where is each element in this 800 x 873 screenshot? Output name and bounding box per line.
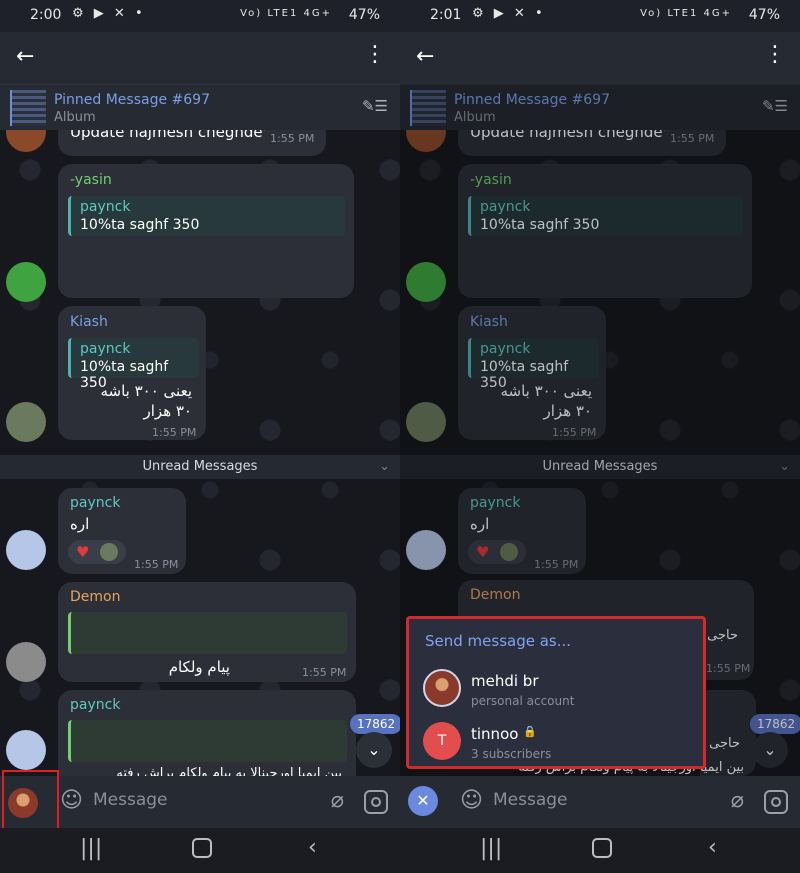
home-icon[interactable]: [192, 838, 212, 858]
sender-name: paynck: [70, 697, 121, 713]
reactor-avatar: [100, 543, 118, 561]
message-time: 1:55 PM: [302, 666, 347, 679]
attach-icon[interactable]: ⌀: [331, 788, 344, 813]
network-indicator: Vo) LTE1 4G+: [240, 8, 332, 19]
avatar[interactable]: [6, 262, 46, 302]
chevron-down-icon[interactable]: ⌄: [379, 455, 390, 479]
chat-header: ← ⋮: [400, 32, 800, 84]
reaction-chip[interactable]: ♥: [68, 540, 126, 564]
unread-messages-divider: Unread Messages ⌄: [0, 455, 400, 479]
message-input[interactable]: Message: [493, 790, 568, 810]
battery-level: 47%: [348, 7, 380, 23]
message-bubble[interactable]: -yasin paynck 10%ta saghf 350: [58, 164, 354, 298]
sender-name: -yasin: [70, 172, 112, 188]
unread-label: Unread Messages: [142, 459, 258, 474]
pinned-subtitle: Album: [54, 110, 96, 125]
left-screen: 2:00 ⚙ ▶ ✕ • Vo) LTE1 4G+ 47% ← ⋮ Pinned…: [0, 0, 400, 873]
avatar[interactable]: [6, 402, 46, 442]
nav-back-icon[interactable]: ‹: [308, 835, 317, 860]
message-text: یعنی ۳۰۰ باشه: [100, 382, 192, 400]
sender-name: Kiash: [70, 314, 108, 330]
message-text: پیام ولکام: [168, 658, 230, 676]
message-time: 1:55 PM: [134, 558, 179, 571]
pinned-message-bar[interactable]: Pinned Message #697 Album ✎☰: [0, 84, 400, 131]
camera-icon[interactable]: [364, 790, 388, 814]
account-name: tinnoo: [471, 725, 519, 743]
nav-back-icon[interactable]: ‹: [708, 835, 717, 860]
message-bubble[interactable]: Demon پیام ولکام 1:55 PM: [58, 582, 356, 682]
scroll-down-button[interactable]: ⌄: [356, 732, 392, 768]
message-bubble[interactable]: Update hajmesh cheghde' 1:55 PM: [58, 130, 326, 156]
message-bubble[interactable]: paynck اره ♥ 1:55 PM: [58, 488, 186, 574]
sender-name: paynck: [70, 495, 121, 511]
lock-icon: 🔒: [523, 725, 537, 738]
message-bubble[interactable]: paynck بین ایمیا اورجینالا به پیام ولکام…: [58, 690, 356, 776]
unread-count-badge[interactable]: 17862: [350, 714, 400, 734]
avatar[interactable]: [6, 130, 46, 152]
android-nav-bar: ||| ‹: [0, 828, 400, 873]
message-time: 1:55 PM: [152, 426, 197, 439]
close-send-as-button[interactable]: ✕: [408, 786, 438, 816]
status-time: 2:00: [30, 7, 62, 23]
status-bar: 2:01 ⚙ ▶ ✕ • Vo) LTE1 4G+ 47%: [400, 0, 800, 32]
message-time: 1:55 PM: [270, 132, 315, 145]
account-name: mehdi br: [471, 672, 539, 690]
emoji-icon[interactable]: ☺: [60, 788, 83, 813]
battery-level: 47%: [748, 7, 780, 23]
sender-name: Demon: [70, 589, 121, 605]
message-list[interactable]: Update hajmesh cheghde' 1:55 PM -yasin p…: [0, 130, 400, 776]
message-input[interactable]: Message: [93, 790, 168, 810]
pinned-thumbnail: [10, 90, 46, 126]
back-arrow-icon[interactable]: ←: [16, 44, 34, 69]
pin-list-icon[interactable]: ✎☰: [362, 97, 388, 115]
quote-sender: paynck: [80, 199, 131, 215]
message-text: ۳۰ هزار: [143, 402, 193, 420]
home-icon[interactable]: [592, 838, 612, 858]
recents-icon[interactable]: |||: [80, 836, 102, 861]
android-nav-bar: ||| ‹: [400, 828, 800, 873]
close-icon: ✕: [416, 791, 430, 810]
reply-quote[interactable]: [68, 720, 347, 762]
heart-icon: ♥: [76, 543, 90, 561]
quote-sender: paynck: [80, 341, 131, 357]
more-menu-icon[interactable]: ⋮: [764, 42, 786, 67]
more-menu-icon[interactable]: ⋮: [364, 42, 386, 67]
attach-icon[interactable]: ⌀: [731, 788, 744, 813]
status-time: 2:01: [430, 7, 462, 23]
account-avatar: [423, 669, 461, 707]
reply-quote[interactable]: paynck 10%ta saghf 350: [68, 338, 199, 391]
account-subtitle: personal account: [471, 694, 575, 708]
send-as-popup: Send message as... mehdi br personal acc…: [406, 616, 706, 769]
recents-icon[interactable]: |||: [480, 836, 502, 861]
message-bubble[interactable]: Kiash paynck 10%ta saghf 350 یعنی ۳۰۰ با…: [58, 306, 206, 440]
quote-text: 10%ta saghf 350: [80, 217, 200, 233]
avatar[interactable]: [6, 730, 46, 770]
composer: ✕ ☺ Message ⌀: [400, 776, 800, 828]
chevron-down-icon: ⌄: [367, 740, 381, 759]
account-subtitle: 3 subscribers: [471, 747, 552, 761]
account-avatar: T: [423, 722, 461, 760]
pinned-title: Pinned Message #697: [54, 92, 210, 108]
right-screen: 2:01 ⚙ ▶ ✕ • Vo) LTE1 4G+ 47% ← ⋮ Pinned…: [400, 0, 800, 873]
emoji-icon[interactable]: ☺: [460, 788, 483, 813]
message-text: بین ایمیا اورجینالا به پیام ولکام براش ر…: [116, 766, 342, 776]
highlight-box: [2, 770, 59, 832]
composer: ☺ Message ⌀: [0, 776, 400, 828]
avatar[interactable]: [6, 642, 46, 682]
camera-icon[interactable]: [764, 790, 788, 814]
popup-title: Send message as...: [425, 632, 572, 650]
status-bar: 2:00 ⚙ ▶ ✕ • Vo) LTE1 4G+ 47%: [0, 0, 400, 32]
message-text: اره: [70, 515, 90, 533]
network-indicator: Vo) LTE1 4G+: [640, 8, 732, 19]
notification-icons: ⚙ ▶ ✕ •: [72, 6, 146, 21]
message-text: Update hajmesh cheghde': [70, 130, 267, 141]
reply-quote[interactable]: [68, 612, 347, 654]
chat-header: ← ⋮: [0, 32, 400, 84]
notification-icons: ⚙ ▶ ✕ •: [472, 6, 546, 21]
reply-quote[interactable]: paynck 10%ta saghf 350: [68, 196, 345, 236]
avatar[interactable]: [6, 530, 46, 570]
back-arrow-icon[interactable]: ←: [416, 44, 434, 69]
